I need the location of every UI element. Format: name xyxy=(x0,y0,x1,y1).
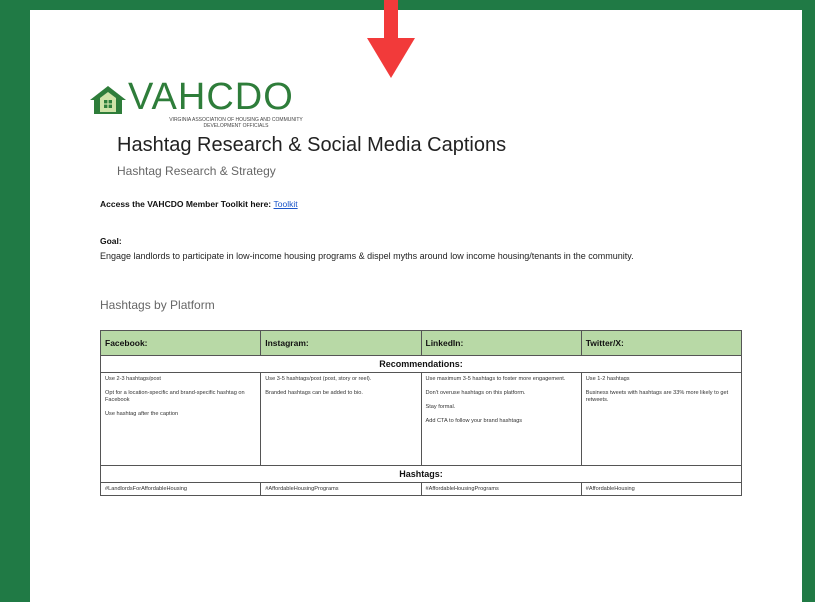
twitter-recommendations: Use 1-2 hashtags Business tweets with ha… xyxy=(580,372,743,466)
vahcdo-logo: VAHCDO VIRGINIA ASSOCIATION OF HOUSING A… xyxy=(88,76,308,134)
list-item: Use 3-5 hashtags/post (post, story or re… xyxy=(265,376,372,382)
logo-wordmark: VAHCDO xyxy=(128,76,294,118)
list-item: Opt for a location-specific and brand-sp… xyxy=(105,390,245,403)
toolkit-link[interactable]: Toolkit xyxy=(274,199,298,209)
list-item: Stay formal. xyxy=(425,404,456,410)
hashtags-row: #LandlordsForAffordableHousing #Affordab… xyxy=(99,482,743,496)
recommendations-row: Use 2-3 hashtags/post Opt for a location… xyxy=(99,372,743,466)
list-item: Branded hashtags can be added to bio. xyxy=(265,390,363,396)
recommendations-band: Recommendations: xyxy=(100,355,742,373)
header-facebook: Facebook: xyxy=(99,330,262,356)
twitter-hashtag: #AffordableHousing xyxy=(580,482,743,496)
list-item: Don't overuse hashtags on this platform. xyxy=(425,390,526,396)
linkedin-recommendations: Use maximum 3-5 hashtags to foster more … xyxy=(420,372,582,466)
goal-heading: Goal: xyxy=(100,236,122,246)
goal-text: Engage landlords to participate in low-i… xyxy=(100,251,634,261)
hashtags-label: Hashtags: xyxy=(100,465,742,483)
table-header-row: Facebook: Instagram: LinkedIn: Twitter/X… xyxy=(99,330,743,356)
hashtags-band: Hashtags: xyxy=(100,465,742,483)
list-item: Use maximum 3-5 hashtags to foster more … xyxy=(425,376,566,382)
instagram-recommendations: Use 3-5 hashtags/post (post, story or re… xyxy=(260,372,422,466)
linkedin-hashtag: #AffordableHousingPrograms xyxy=(420,482,582,496)
list-item: Use 2-3 hashtags/post xyxy=(105,376,161,382)
list-item: Use hashtag after the caption xyxy=(105,411,179,417)
document-subtitle: Hashtag Research & Strategy xyxy=(117,164,276,178)
header-twitter: Twitter/X: xyxy=(580,330,743,356)
toolkit-access-line: Access the VAHCDO Member Toolkit here: T… xyxy=(100,199,298,209)
list-item: Use 1-2 hashtags xyxy=(585,376,630,382)
house-logo-icon xyxy=(90,86,126,114)
section-heading: Hashtags by Platform xyxy=(100,298,215,312)
list-item: Business tweets with hashtags are 33% mo… xyxy=(585,390,729,403)
header-linkedin: LinkedIn: xyxy=(420,330,582,356)
recommendations-label: Recommendations: xyxy=(100,355,742,373)
list-item: Add CTA to follow your brand hashtags xyxy=(425,418,523,424)
document-title: Hashtag Research & Social Media Captions xyxy=(117,134,507,156)
header-instagram: Instagram: xyxy=(260,330,422,356)
access-label: Access the VAHCDO Member Toolkit here: xyxy=(100,199,272,209)
down-arrow-icon xyxy=(367,0,415,78)
facebook-recommendations: Use 2-3 hashtags/post Opt for a location… xyxy=(99,372,262,466)
logo-tagline: VIRGINIA ASSOCIATION OF HOUSING AND COMM… xyxy=(169,117,303,129)
instagram-hashtag: #AffordableHousingPrograms xyxy=(260,482,422,496)
facebook-hashtag: #LandlordsForAffordableHousing xyxy=(99,482,262,496)
hashtag-table: Facebook: Instagram: LinkedIn: Twitter/X… xyxy=(99,330,743,496)
